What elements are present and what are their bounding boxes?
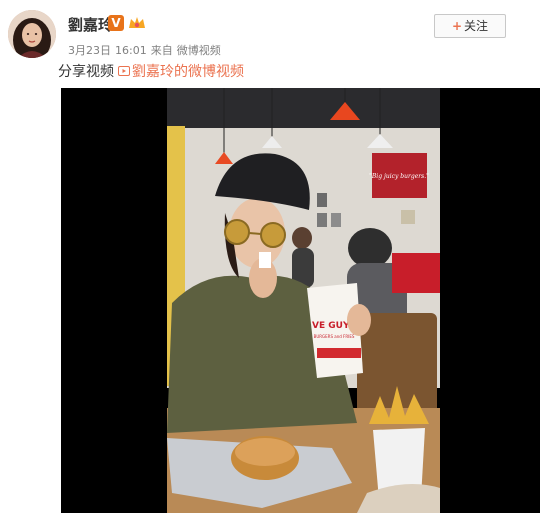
follow-button[interactable]: + 关注 bbox=[434, 14, 506, 38]
restaurant-sign-text: "Big juicy burgers." bbox=[369, 173, 429, 180]
post-text: 分享视频 劉嘉玲的微博视频 bbox=[58, 61, 244, 81]
avatar[interactable] bbox=[8, 10, 56, 58]
post-header: 劉嘉玲 V + 关注 3月23日 16:01 来自 微博视频 分享视频 劉嘉玲的微博视频 bbox=[0, 0, 550, 82]
plus-icon: + bbox=[451, 19, 463, 33]
post-time[interactable]: 16:01 bbox=[115, 44, 147, 57]
source-prefix: 来自 bbox=[150, 44, 173, 57]
username[interactable]: 劉嘉玲 bbox=[68, 14, 113, 35]
post-meta: 3月23日 16:01 来自 微博视频 bbox=[68, 42, 225, 58]
member-crown-icon bbox=[129, 17, 145, 28]
follow-label: 关注 bbox=[464, 19, 489, 33]
video-link[interactable]: 劉嘉玲的微博视频 bbox=[118, 64, 244, 80]
post-body: 分享视频 bbox=[58, 64, 114, 80]
video-frame: "Big juicy burgers." VE GUYS BURGERS and… bbox=[167, 88, 440, 513]
video-link-label: 劉嘉玲的微博视频 bbox=[132, 64, 244, 80]
avatar-image bbox=[8, 10, 56, 58]
cup-tagline-text: BURGERS and FRIES bbox=[314, 334, 355, 339]
video-play-icon bbox=[118, 66, 130, 76]
video-player[interactable]: "Big juicy burgers." VE GUYS BURGERS and… bbox=[61, 88, 540, 513]
source-link[interactable]: 微博视频 bbox=[177, 44, 221, 57]
post-date[interactable]: 3月23日 bbox=[68, 44, 111, 57]
verified-badge-icon: V bbox=[108, 15, 124, 31]
video-still: "Big juicy burgers." VE GUYS BURGERS and… bbox=[167, 88, 440, 513]
